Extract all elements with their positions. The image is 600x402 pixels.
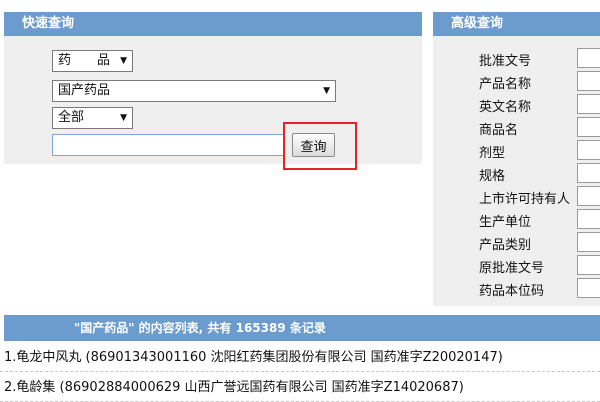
advanced-search-header: 高级查询 — [433, 12, 600, 36]
result-summary-bar: "国产药品" 的内容列表, 共有 165389 条记录 — [4, 315, 600, 341]
adv-field-drug-code: 药品本位码 — [479, 278, 600, 300]
english-name-input[interactable] — [577, 94, 600, 114]
dropdown-arrow-icon: ▼ — [120, 56, 127, 66]
drug-type-value: 药 品 — [58, 53, 111, 68]
adv-field-label: 产品名称 — [479, 77, 532, 92]
adv-field-specification: 规格 — [479, 163, 600, 185]
adv-field-label: 生产单位 — [479, 215, 532, 230]
query-button[interactable]: 查询 — [292, 133, 335, 157]
adv-field-trade-name: 商品名 — [479, 117, 600, 139]
dosage-form-input[interactable] — [577, 140, 600, 160]
quick-search-header: 快速查询 — [4, 12, 422, 36]
adv-field-label: 药品本位码 — [479, 284, 545, 299]
dropdown-arrow-icon: ▼ — [120, 113, 127, 123]
adv-field-product-category: 产品类别 — [479, 232, 600, 254]
adv-field-original-approval-no: 原批准文号 — [479, 255, 600, 277]
manufacturer-input[interactable] — [577, 209, 600, 229]
product-name-input[interactable] — [577, 71, 600, 91]
dropdown-arrow-icon: ▼ — [323, 86, 330, 96]
result-row[interactable]: 1.龟龙中风丸 (86901343001160 沈阳红药集团股份有限公司 国药准… — [0, 344, 600, 372]
adv-field-label: 英文名称 — [479, 100, 532, 115]
drug-subset-select[interactable]: 全部 ▼ — [52, 107, 133, 129]
drug-subset-value: 全部 — [58, 110, 85, 125]
adv-field-label: 上市许可持有人 — [479, 192, 571, 207]
adv-field-label: 产品类别 — [479, 238, 532, 253]
adv-field-label: 规格 — [479, 169, 506, 184]
trade-name-input[interactable] — [577, 117, 600, 137]
original-approval-no-input[interactable] — [577, 255, 600, 275]
adv-field-manufacturer: 生产单位 — [479, 209, 600, 231]
adv-field-english-name: 英文名称 — [479, 94, 600, 116]
result-link[interactable]: 1.龟龙中风丸 (86901343001160 沈阳红药集团股份有限公司 国药准… — [4, 350, 503, 365]
quick-search-title: 快速查询 — [22, 16, 75, 31]
advanced-search-title: 高级查询 — [451, 16, 504, 31]
adv-field-dosage-form: 剂型 — [479, 140, 600, 162]
adv-field-product-name: 产品名称 — [479, 71, 600, 93]
drug-scope-value: 国产药品 — [58, 83, 111, 98]
query-input[interactable] — [52, 134, 284, 156]
license-holder-input[interactable] — [577, 186, 600, 206]
adv-field-label: 商品名 — [479, 123, 519, 138]
specification-input[interactable] — [577, 163, 600, 183]
approval-no-input[interactable] — [577, 48, 600, 68]
result-link[interactable]: 2.龟龄集 (86902884000629 山西广誉远国药有限公司 国药准字Z1… — [4, 380, 464, 395]
adv-field-label: 剂型 — [479, 146, 506, 161]
adv-field-approval-no: 批准文号 — [479, 48, 600, 70]
adv-field-label: 原批准文号 — [479, 261, 545, 276]
adv-field-license-holder: 上市许可持有人 — [479, 186, 600, 208]
drug-code-input[interactable] — [577, 278, 600, 298]
drug-type-select[interactable]: 药 品 ▼ — [52, 50, 133, 72]
result-row[interactable]: 2.龟龄集 (86902884000629 山西广誉远国药有限公司 国药准字Z1… — [0, 374, 600, 402]
result-summary: "国产药品" 的内容列表, 共有 165389 条记录 — [74, 321, 326, 335]
drug-scope-select[interactable]: 国产药品 ▼ — [52, 80, 336, 102]
adv-field-label: 批准文号 — [479, 54, 532, 69]
product-category-input[interactable] — [577, 232, 600, 252]
